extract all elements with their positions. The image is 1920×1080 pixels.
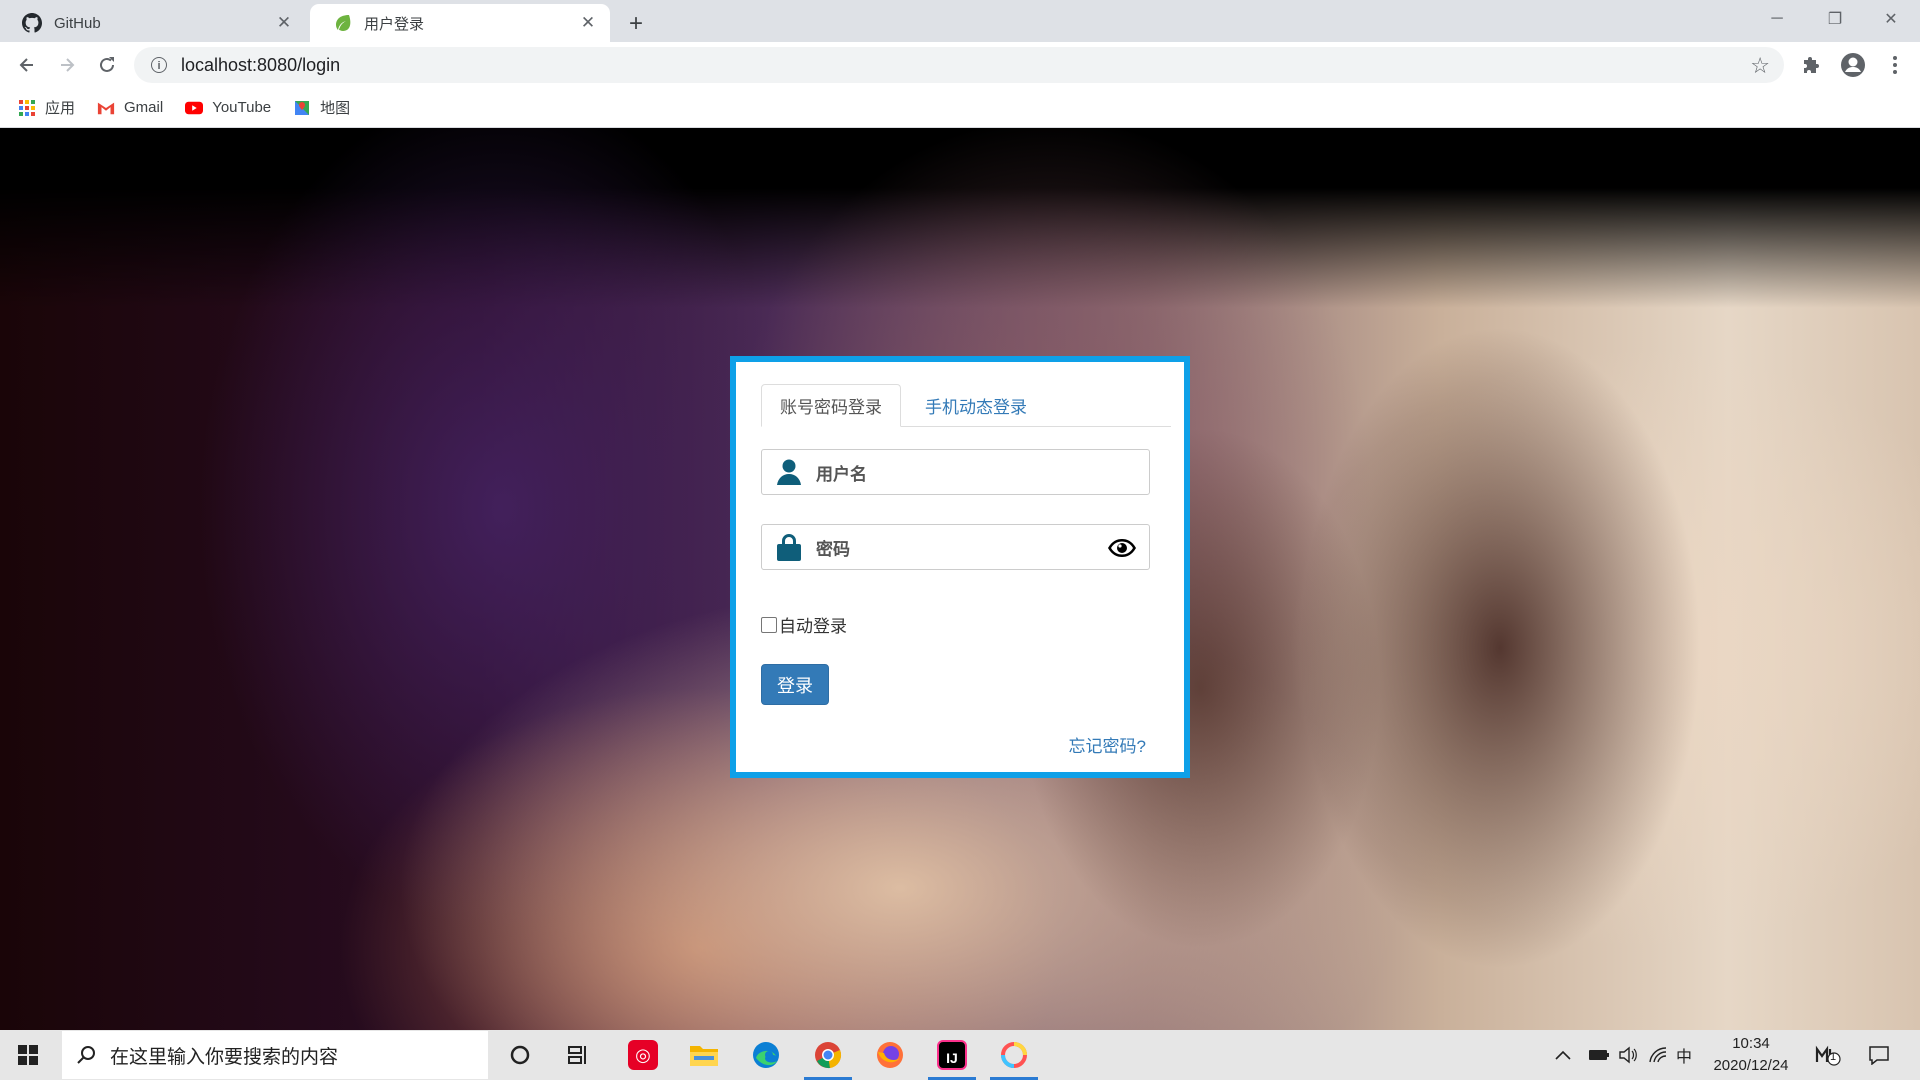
tab-github[interactable]: GitHub ✕ [0,4,306,42]
clock-time: 10:34 [1732,1035,1770,1052]
intellij-idea-icon[interactable]: IJ [922,1030,982,1080]
tab-title: 用户登录 [364,15,425,33]
site-info-icon[interactable]: i [151,57,167,73]
github-icon [22,13,42,33]
volume-speaker-icon[interactable] [1618,1030,1638,1080]
forgot-password-link[interactable]: 忘记密码? [1069,732,1146,757]
notification-badge-icon[interactable]: 1 [1812,1030,1844,1080]
extensions-puzzle-icon[interactable] [1797,50,1827,80]
address-bar[interactable]: i localhost:8080/login ☆ [134,47,1784,83]
bookmark-maps[interactable]: 地图 [293,97,350,118]
login-tabs: 账号密码登录 手机动态登录 [761,384,1171,427]
reload-icon[interactable] [91,49,123,81]
youtube-icon [185,99,204,117]
show-hidden-icons-chevron-icon[interactable] [1555,1030,1571,1080]
action-center-icon[interactable] [1868,1030,1890,1080]
back-arrow-icon[interactable] [11,49,43,81]
taskbar-search-placeholder: 在这里输入你要搜索的内容 [110,1046,339,1068]
bookmark-label: 应用 [45,100,76,117]
url-text: localhost:8080/login [181,54,341,75]
search-icon [76,1045,96,1065]
show-password-eye-icon[interactable] [1107,533,1137,563]
tab-login[interactable]: 用户登录 ✕ [310,4,610,42]
minimize-window-icon[interactable]: ─ [1748,0,1806,38]
auto-login-checkbox[interactable] [761,616,777,633]
gmail-icon [97,99,115,117]
profile-avatar-icon[interactable] [1838,50,1868,80]
clock-date: 2020/12/24 [1713,1057,1789,1074]
input-method-indicator[interactable]: 中 [1676,1030,1692,1080]
close-tab-icon[interactable]: ✕ [578,13,598,33]
lock-icon [774,532,804,562]
close-window-icon[interactable]: ✕ [1862,0,1920,38]
spring-leaf-icon [332,13,352,33]
bookmark-label: 地图 [320,100,351,117]
taskbar-search-box[interactable]: 在这里输入你要搜索的内容 [62,1031,488,1079]
bookmark-gmail[interactable]: Gmail [97,99,163,117]
password-field[interactable]: 密码 [761,524,1150,570]
windows-taskbar: 在这里输入你要搜索的内容 ◎ IJ 中 10:34 2020/12/24 1 [0,1030,1920,1080]
colorful-ring-app-icon[interactable] [984,1030,1044,1080]
bookmark-label: YouTube [212,99,272,116]
system-clock[interactable]: 10:34 2020/12/24 [1696,1033,1806,1077]
bookmark-apps[interactable]: 应用 [18,97,75,118]
login-button[interactable]: 登录 [761,664,829,705]
firefox-browser-icon[interactable] [860,1030,920,1080]
auto-login-label: 自动登录 [779,617,847,636]
login-page-background: 账号密码登录 手机动态登录 用户名 密码 自动登录 登录 忘记密码? [0,128,1920,1030]
new-tab-button[interactable]: + [620,8,652,40]
restore-window-icon[interactable]: ❐ [1806,0,1864,38]
close-tab-icon[interactable]: ✕ [274,13,294,33]
edge-browser-icon[interactable] [736,1030,796,1080]
tab-title: GitHub [54,14,101,32]
bookmarks-bar: 应用 Gmail YouTube 地图 [0,88,1920,128]
windows-start-icon[interactable] [0,1030,56,1080]
notification-count: 1 [1830,1051,1837,1063]
cortana-circle-icon[interactable] [496,1030,544,1080]
battery-icon[interactable] [1588,1030,1610,1080]
auto-login-option[interactable]: 自动登录 [761,612,847,637]
browser-toolbar: i localhost:8080/login ☆ [0,42,1920,88]
apps-grid-icon [18,99,36,117]
tab-phone-dynamic-login[interactable]: 手机动态登录 [907,384,1045,427]
tab-account-password-login[interactable]: 账号密码登录 [761,384,901,427]
login-panel: 账号密码登录 手机动态登录 用户名 密码 自动登录 登录 忘记密码? [730,356,1190,778]
bookmark-star-icon[interactable]: ☆ [1750,53,1770,79]
bookmark-youtube[interactable]: YouTube [185,99,271,117]
netease-music-icon[interactable]: ◎ [613,1030,673,1080]
forward-arrow-icon[interactable] [51,49,83,81]
wifi-network-icon[interactable] [1648,1030,1668,1080]
username-field[interactable]: 用户名 [761,449,1150,495]
chrome-browser-icon[interactable] [798,1030,858,1080]
username-placeholder: 用户名 [816,464,867,484]
password-placeholder: 密码 [816,539,850,559]
user-icon [774,457,804,487]
browser-menu-icon[interactable] [1880,50,1910,80]
bookmark-label: Gmail [124,99,164,116]
task-view-icon[interactable] [555,1030,603,1080]
file-explorer-icon[interactable] [674,1030,734,1080]
browser-tab-strip: GitHub ✕ 用户登录 ✕ + ─ ❐ ✕ [0,0,1920,42]
maps-icon [293,99,311,117]
